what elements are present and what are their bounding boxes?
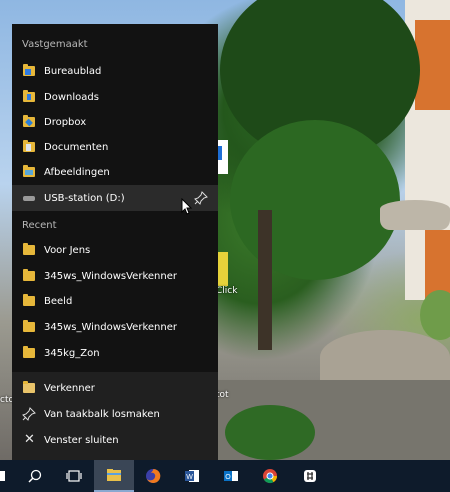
pinned-item-downloads[interactable]: Downloads: [12, 84, 218, 110]
slack-button[interactable]: [290, 460, 330, 492]
recent-item-345kg-zon[interactable]: 345kg_Zon: [12, 340, 218, 366]
task-view-icon: [66, 470, 82, 482]
close-icon: ✕: [24, 432, 35, 447]
file-explorer-icon: [107, 469, 121, 481]
item-label: 345kg_Zon: [44, 347, 100, 359]
pinned-header: Vastgemaakt: [22, 39, 88, 50]
file-explorer-icon: [23, 381, 35, 393]
chrome-icon: [263, 469, 278, 484]
desktop-folder-icon: [23, 64, 35, 76]
search-icon: [28, 469, 42, 483]
mouse-cursor-icon: [181, 198, 193, 215]
outlook-button[interactable]: O: [211, 460, 251, 492]
unpin-icon: [22, 407, 36, 421]
pinned-item-bureaublad[interactable]: Bureaublad: [12, 58, 218, 84]
item-label: Venster sluiten: [44, 434, 119, 446]
folder-icon: [23, 346, 35, 358]
recent-item-beeld[interactable]: Beeld: [12, 288, 218, 314]
dropbox-folder-icon: [23, 115, 35, 127]
item-label: 345ws_WindowsVerkenner: [44, 270, 177, 282]
pinned-item-dropbox[interactable]: Dropbox: [12, 109, 218, 135]
unpin-icon[interactable]: [194, 191, 208, 205]
jump-list-actions: Verkenner Van taakbalk losmaken ✕ Venste…: [12, 372, 218, 460]
item-label: USB-station (D:): [44, 192, 125, 204]
start-button[interactable]: [0, 460, 12, 492]
item-label: Verkenner: [44, 382, 95, 394]
firefox-icon: [146, 468, 161, 483]
folder-icon: [23, 294, 35, 306]
item-label: Voor Jens: [44, 244, 91, 256]
building-wall-orange: [415, 20, 450, 110]
windows-icon: [0, 471, 5, 481]
svg-text:O: O: [225, 474, 231, 481]
documents-folder-icon: [23, 140, 35, 152]
item-label: Afbeeldingen: [44, 166, 110, 178]
recent-item-voor-jens[interactable]: Voor Jens: [12, 237, 218, 263]
palm: [420, 290, 450, 340]
jump-list: Vastgemaakt Bureaublad Downloads Dropbox…: [12, 24, 218, 460]
action-close-window[interactable]: ✕ Venster sluiten: [12, 427, 218, 453]
folder-icon: [23, 269, 35, 281]
item-label: Documenten: [44, 141, 109, 153]
item-label: Beeld: [44, 295, 73, 307]
desktop-label-peek: Click: [216, 286, 238, 296]
chrome-button[interactable]: [250, 460, 290, 492]
taskbar: W O: [0, 460, 450, 492]
word-icon: W: [185, 470, 199, 482]
item-label: Van taakbalk losmaken: [44, 408, 160, 420]
pinned-item-afbeeldingen[interactable]: Afbeeldingen: [12, 159, 218, 185]
item-label: Dropbox: [44, 116, 87, 128]
downloads-folder-icon: [23, 90, 35, 102]
firefox-button[interactable]: [133, 460, 173, 492]
action-unpin-from-taskbar[interactable]: Van taakbalk losmaken: [12, 401, 218, 427]
recent-header: Recent: [22, 220, 57, 231]
usb-drive-icon: [23, 196, 35, 201]
folder-icon: [23, 243, 35, 255]
pinned-item-documenten[interactable]: Documenten: [12, 134, 218, 160]
file-explorer-button[interactable]: [94, 460, 134, 492]
item-label: Bureaublad: [44, 65, 102, 77]
fountain-top: [380, 200, 450, 230]
tree-trunk: [258, 210, 272, 350]
task-view-button[interactable]: [54, 460, 94, 492]
desktop-icon-peek: [218, 252, 228, 286]
recent-item-345ws-windowsverkenner-2[interactable]: 345ws_WindowsVerkenner: [12, 314, 218, 340]
outlook-icon: O: [224, 471, 238, 481]
folder-icon: [23, 320, 35, 332]
bush: [225, 405, 315, 460]
slack-icon: [304, 470, 316, 482]
svg-text:W: W: [186, 474, 193, 481]
recent-item-345ws-windowsverkenner[interactable]: 345ws_WindowsVerkenner: [12, 263, 218, 289]
search-button[interactable]: [15, 460, 55, 492]
pictures-folder-icon: [23, 165, 35, 177]
word-button[interactable]: W: [172, 460, 212, 492]
item-label: 345ws_WindowsVerkenner: [44, 321, 177, 333]
item-label: Downloads: [44, 91, 99, 103]
tree-canopy-lower: [230, 120, 400, 280]
action-verkenner[interactable]: Verkenner: [12, 375, 218, 401]
